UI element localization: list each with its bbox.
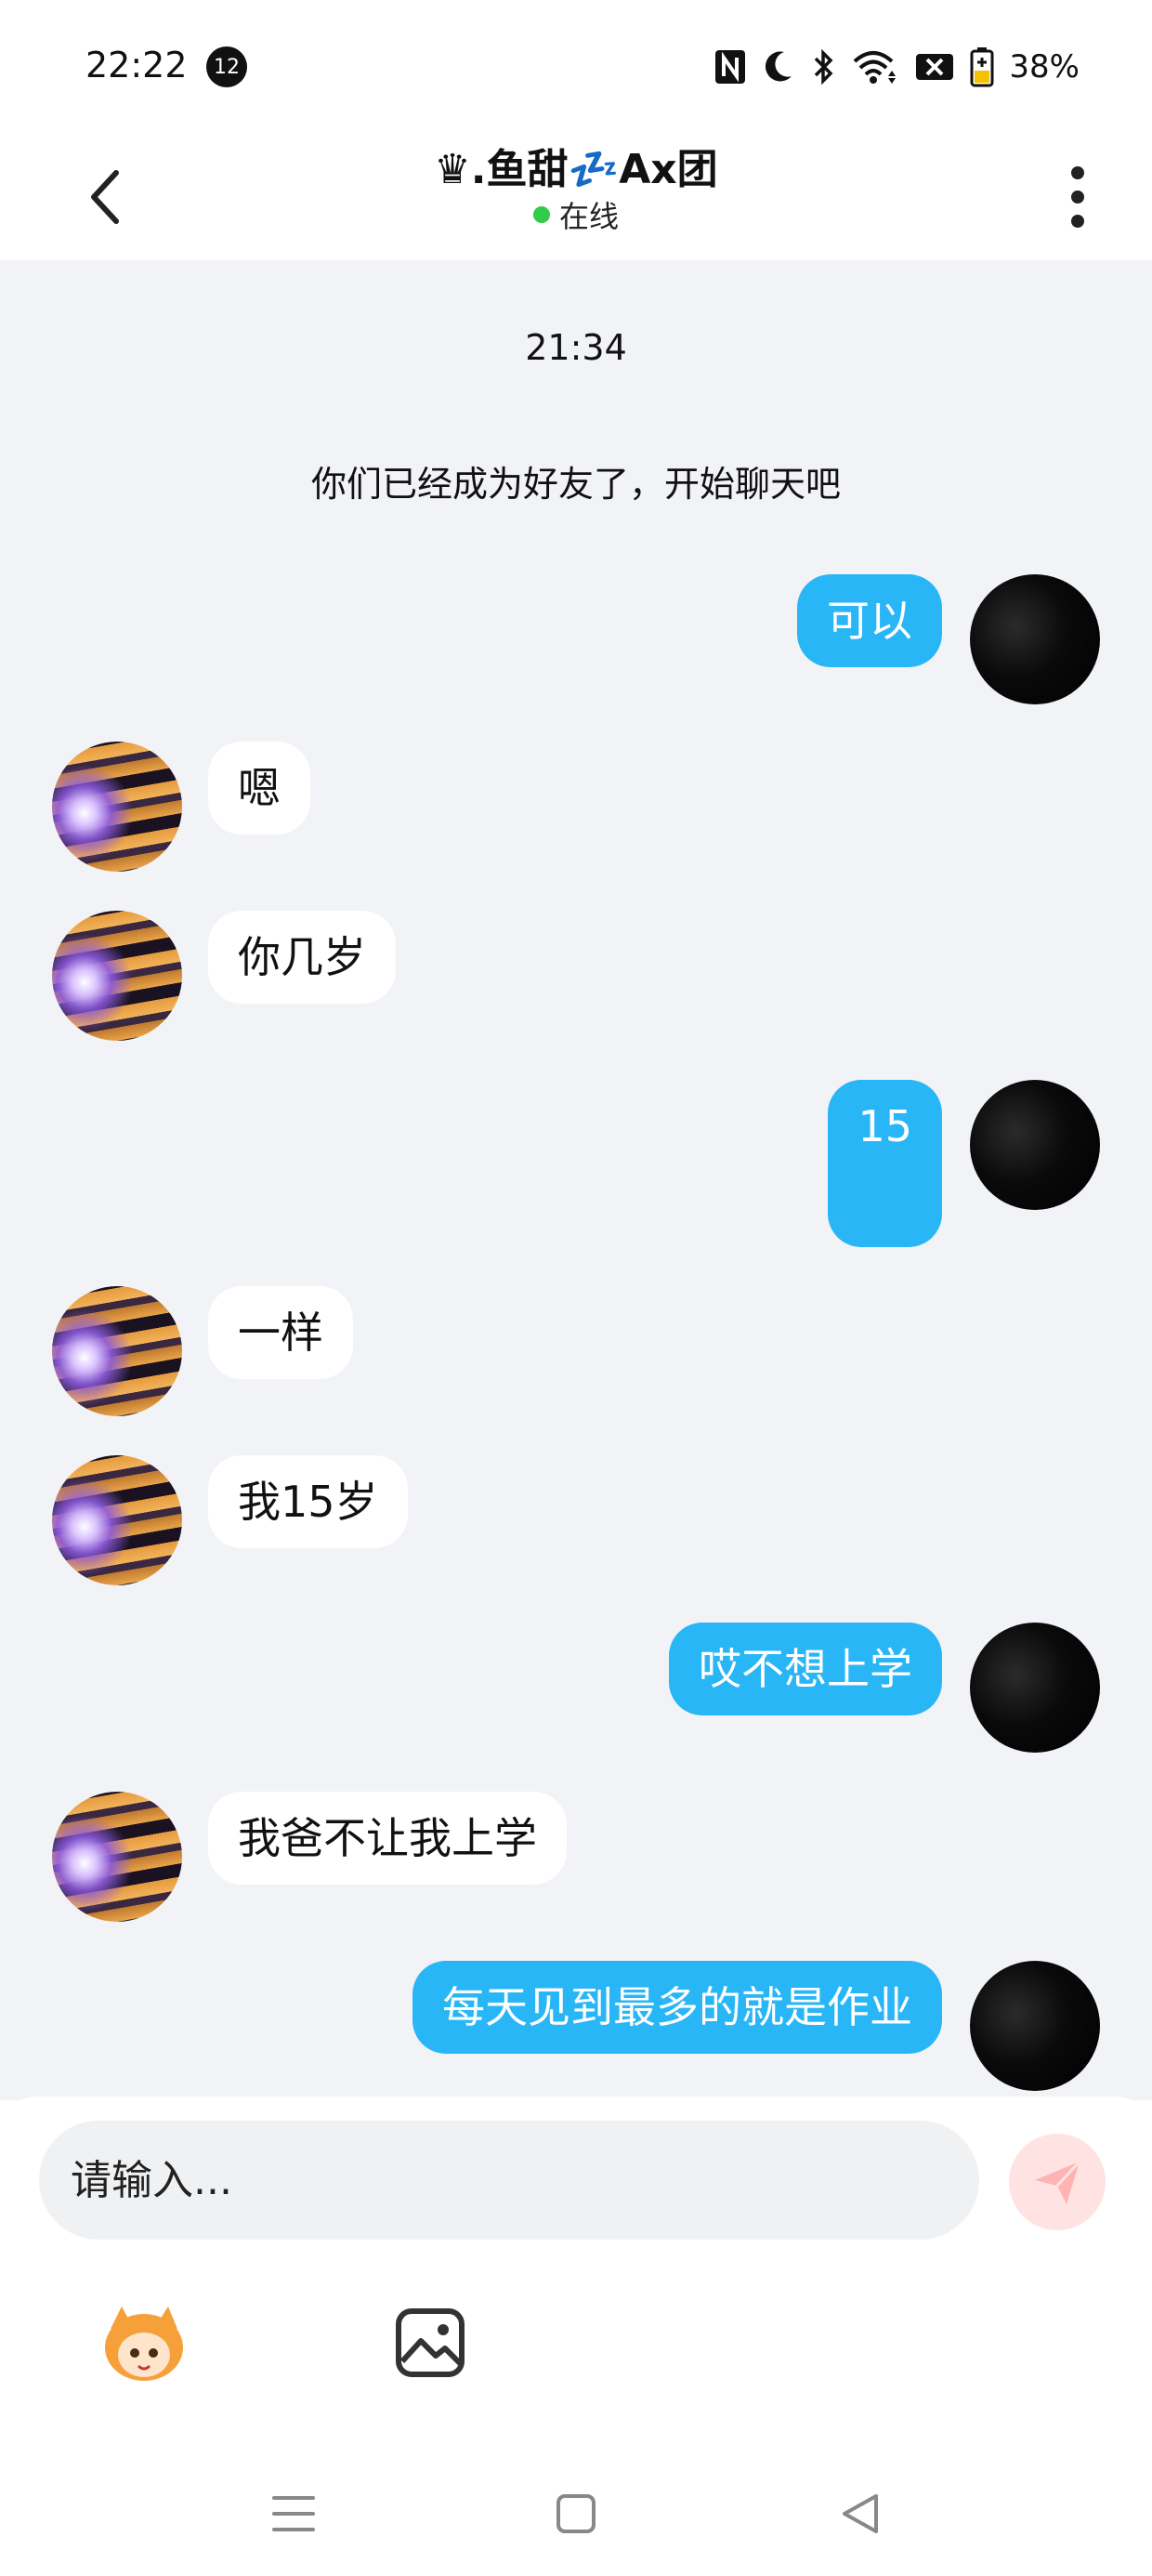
more-options-button[interactable] [1050,151,1106,243]
contact-avatar[interactable] [52,911,182,1041]
self-avatar[interactable] [970,1080,1100,1210]
incoming-message-bubble[interactable]: 我爸不让我上学 [208,1792,567,1885]
outgoing-message-bubble[interactable]: 15 [828,1080,942,1247]
contact-avatar[interactable] [52,1455,182,1585]
more-vertical-icon [1071,166,1084,179]
incoming-message-bubble[interactable]: 嗯 [208,742,310,835]
wifi-icon [851,48,899,85]
message-input-container[interactable] [39,2121,979,2240]
no-sim-icon [914,48,955,85]
chat-header: ♛.鱼甜💤Ax团 在线 [0,130,1152,260]
bluetooth-icon [810,48,836,85]
sticker-button[interactable] [93,2292,195,2394]
triangle-back-icon [843,2494,878,2533]
image-icon [396,2308,465,2377]
incoming-message-bubble[interactable]: 你几岁 [208,911,396,1004]
paper-plane-icon [1035,2160,1081,2204]
contact-avatar[interactable] [52,1792,182,1922]
moon-icon [762,48,795,85]
message-input[interactable] [71,2156,979,2204]
sticker-icon [105,2307,183,2381]
self-avatar[interactable] [970,1623,1100,1753]
chat-area[interactable]: 21:34 你们已经成为好友了，开始聊天吧 可以 嗯 你几岁 15 一样 我15… [0,260,1152,2100]
incoming-message-bubble[interactable]: 一样 [208,1286,353,1379]
status-time: 22:22 [85,45,188,85]
contact-name: ♛.鱼甜💤Ax团 [434,146,718,193]
outgoing-message-bubble[interactable]: 可以 [797,574,942,667]
recents-button[interactable] [256,2481,331,2546]
menu-icon [272,2496,315,2531]
status-bar: 22:22 12 38% [0,0,1152,130]
chat-timestamp: 21:34 [525,327,627,368]
system-message: 你们已经成为好友了，开始聊天吧 [310,464,841,505]
incoming-message-bubble[interactable]: 我15岁 [208,1455,408,1548]
image-button[interactable] [379,2292,481,2394]
status-icons: 38% [713,45,1080,89]
self-avatar[interactable] [970,574,1100,704]
presence-label: 在线 [558,199,619,234]
outgoing-message-bubble[interactable]: 哎不想上学 [669,1623,942,1715]
self-avatar[interactable] [970,1961,1100,2091]
outgoing-message-bubble[interactable]: 每天见到最多的就是作业 [412,1961,942,2054]
square-icon [556,2494,596,2533]
notification-count-badge: 12 [206,46,247,87]
nfc-icon [713,48,747,85]
presence-status: 在线 [0,193,1152,236]
contact-avatar[interactable] [52,1286,182,1416]
system-back-button[interactable] [823,2481,897,2546]
system-nav-bar [0,2453,1152,2576]
send-button[interactable] [1009,2134,1106,2230]
battery-icon [970,46,994,87]
home-button[interactable] [539,2481,613,2546]
contact-avatar[interactable] [52,742,182,872]
online-dot [532,206,550,223]
battery-percent: 38% [1009,48,1080,85]
